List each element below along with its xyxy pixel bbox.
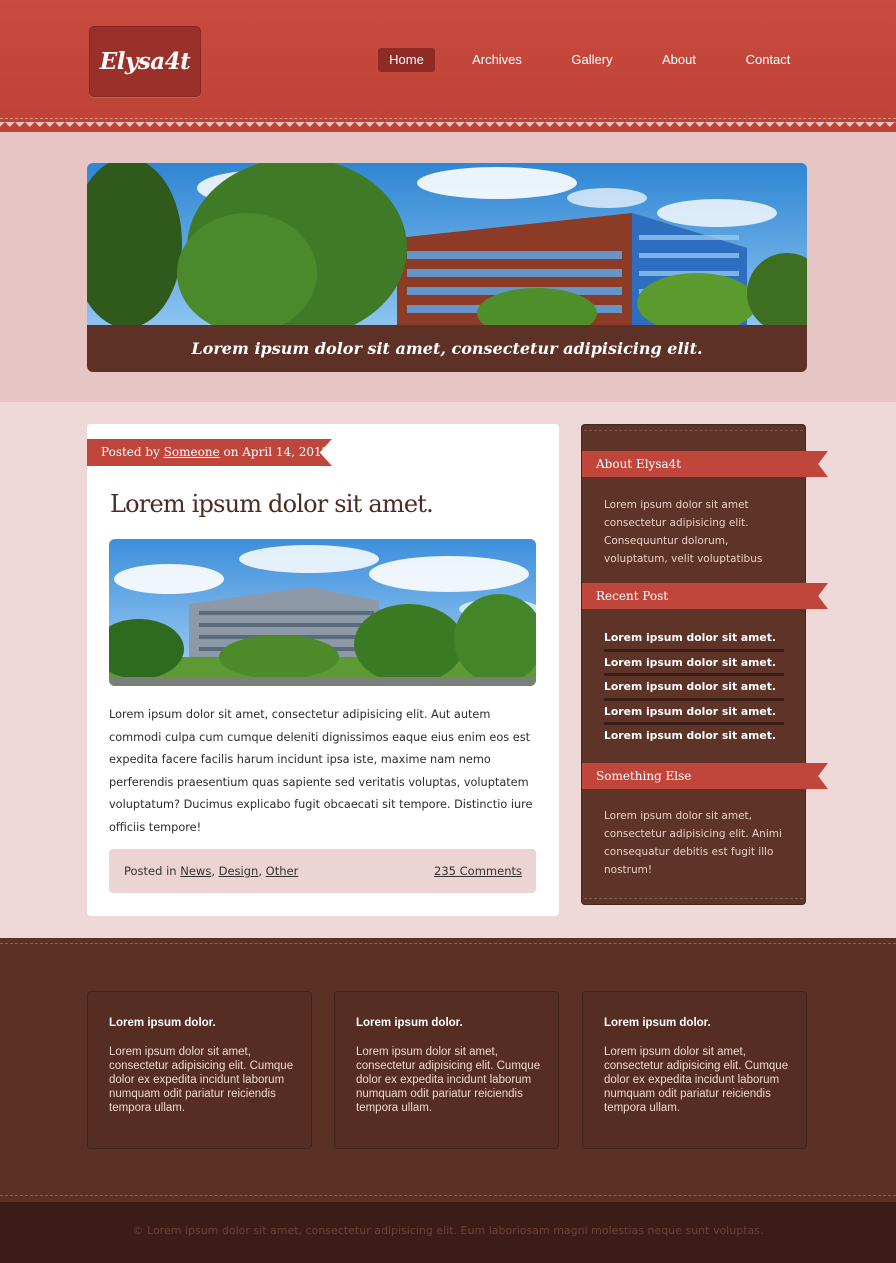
footer-column-title: Lorem ipsum dolor. xyxy=(109,1017,216,1029)
footer-column-text: Lorem ipsum dolor sit amet, consectetur … xyxy=(604,1046,789,1114)
footer-column-title: Lorem ipsum dolor. xyxy=(604,1017,711,1029)
category-link-design[interactable]: Design xyxy=(219,864,259,878)
post-image xyxy=(109,539,536,686)
site-header: Elysa4t Home Archives Gallery About Cont… xyxy=(0,0,896,132)
footer-column: Lorem ipsum dolor. Lorem ipsum dolor sit… xyxy=(87,991,312,1149)
post-meta-ribbon: Posted by Someone on April 14, 2012 xyxy=(87,439,332,466)
copyright-bar: © Lorem ipsum dolor sit amet, consectetu… xyxy=(0,1202,896,1263)
hero-caption: Lorem ipsum dolor sit amet, consectetur … xyxy=(87,325,807,372)
post-meta-prefix: Posted by xyxy=(101,445,160,459)
recent-post-item[interactable]: Lorem ipsum dolor sit amet. xyxy=(604,652,784,677)
footer-column: Lorem ipsum dolor. Lorem ipsum dolor sit… xyxy=(334,991,559,1149)
site-logo[interactable]: Elysa4t xyxy=(89,26,201,97)
post-title[interactable]: Lorem ipsum dolor sit amet. xyxy=(110,490,434,518)
sidebar-heading-about: About Elysa4t xyxy=(582,451,828,477)
sidebar-about-text: Lorem ipsum dolor sit amet consectetur a… xyxy=(604,499,763,565)
comments-link[interactable]: 235 Comments xyxy=(434,864,522,878)
recent-post-item[interactable]: Lorem ipsum dolor sit amet. xyxy=(604,627,784,652)
recent-post-item[interactable]: Lorem ipsum dolor sit amet. xyxy=(604,725,784,750)
sidebar-heading-something-else: Something Else xyxy=(582,763,828,789)
post-body: Lorem ipsum dolor sit amet, consectetur … xyxy=(109,708,533,834)
nav-item-gallery[interactable]: Gallery xyxy=(562,48,622,72)
recent-post-item[interactable]: Lorem ipsum dolor sit amet. xyxy=(604,676,784,701)
footer-column: Lorem ipsum dolor. Lorem ipsum dolor sit… xyxy=(582,991,807,1149)
header-stitch-line xyxy=(0,118,896,119)
category-link-other[interactable]: Other xyxy=(266,864,299,878)
post-photo xyxy=(109,539,536,686)
nav-item-contact[interactable]: Contact xyxy=(738,48,798,72)
post-date: on April 14, 2012 xyxy=(223,445,330,459)
hero-building-photo xyxy=(87,163,807,325)
category-link-news[interactable]: News xyxy=(180,864,211,878)
post-categories: Posted in News, Design, Other xyxy=(124,864,299,878)
post-footer: Posted in News, Design, Other 235 Commen… xyxy=(109,849,536,893)
recent-post-list: Lorem ipsum dolor sit amet. Lorem ipsum … xyxy=(604,627,784,750)
recent-post-item[interactable]: Lorem ipsum dolor sit amet. xyxy=(604,701,784,726)
footer-column-text: Lorem ipsum dolor sit amet, consectetur … xyxy=(356,1046,541,1114)
sidebar-heading-recent: Recent Post xyxy=(582,583,828,609)
hero-banner: Lorem ipsum dolor sit amet, consectetur … xyxy=(87,163,807,372)
sidebar-else-text: Lorem ipsum dolor sit amet, consectetur … xyxy=(604,810,782,876)
footer-column-text: Lorem ipsum dolor sit amet, consectetur … xyxy=(109,1046,294,1114)
posted-in-label: Posted in xyxy=(124,864,177,878)
post-author-link[interactable]: Someone xyxy=(164,445,220,459)
nav-item-home[interactable]: Home xyxy=(378,48,435,72)
nav-item-archives[interactable]: Archives xyxy=(464,48,530,72)
nav-item-about[interactable]: About xyxy=(654,48,704,72)
logo-text: Elysa4t xyxy=(99,48,191,75)
footer-column-title: Lorem ipsum dolor. xyxy=(356,1017,463,1029)
